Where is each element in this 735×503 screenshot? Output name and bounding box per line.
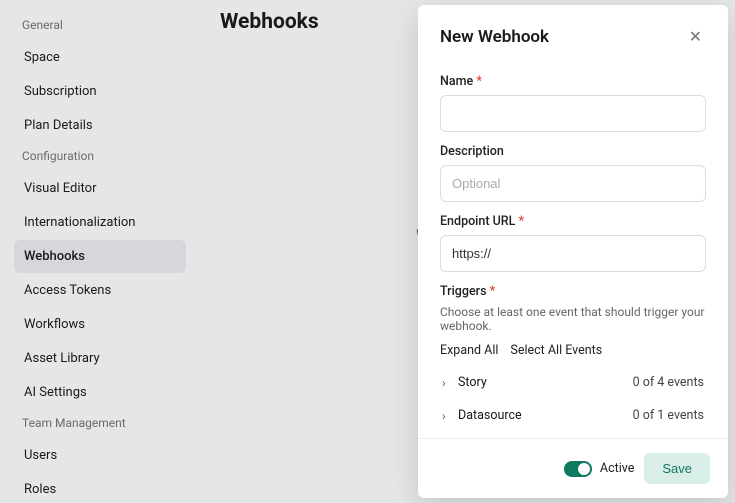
trigger-count: 0 of 4 events [633,375,704,390]
description-input[interactable] [440,165,706,202]
expand-all-button[interactable]: Expand All [440,343,498,358]
trigger-count: 0 of 1 events [633,408,704,423]
sidebar-item-internationalization[interactable]: Internationalization [14,206,186,239]
save-button[interactable]: Save [644,453,710,484]
triggers-label: Triggers * [440,284,706,299]
endpoint-url-label: Endpoint URL * [440,214,706,229]
chevron-right-icon: › [442,409,452,423]
sidebar-item-asset-library[interactable]: Asset Library [14,342,186,375]
sidebar-group-title: General [14,12,186,40]
trigger-row-story[interactable]: › Story 0 of 4 events [440,366,706,399]
triggers-subtext: Choose at least one event that should tr… [440,305,706,333]
trigger-label: Datasource [458,408,522,423]
select-all-events-button[interactable]: Select All Events [510,343,602,358]
name-input[interactable] [440,95,706,132]
name-label: Name * [440,74,706,89]
sidebar-item-visual-editor[interactable]: Visual Editor [14,172,186,205]
sidebar-group-title: Configuration [14,143,186,171]
sidebar-item-ai-settings[interactable]: AI Settings [14,376,186,409]
sidebar-item-webhooks[interactable]: Webhooks [14,240,186,273]
sidebar-item-access-tokens[interactable]: Access Tokens [14,274,186,307]
sidebar-item-plan-details[interactable]: Plan Details [14,109,186,142]
description-label: Description [440,144,706,159]
active-toggle-label: Active [600,461,634,476]
chevron-right-icon: › [442,376,452,390]
endpoint-url-input[interactable] [440,235,706,272]
new-webhook-panel: New Webhook ✕ Name * Description Endpoin… [418,5,728,498]
active-toggle[interactable] [564,461,592,477]
sidebar-item-subscription[interactable]: Subscription [14,75,186,108]
sidebar-item-roles[interactable]: Roles [14,473,186,503]
trigger-label: Story [458,375,487,390]
trigger-row-datasource[interactable]: › Datasource 0 of 1 events [440,399,706,432]
sidebar-item-space[interactable]: Space [14,41,186,74]
sidebar-item-workflows[interactable]: Workflows [14,308,186,341]
sidebar-group-title: Team Management [14,410,186,438]
panel-title: New Webhook [440,27,549,47]
close-icon[interactable]: ✕ [685,25,706,48]
sidebar-item-users[interactable]: Users [14,439,186,472]
